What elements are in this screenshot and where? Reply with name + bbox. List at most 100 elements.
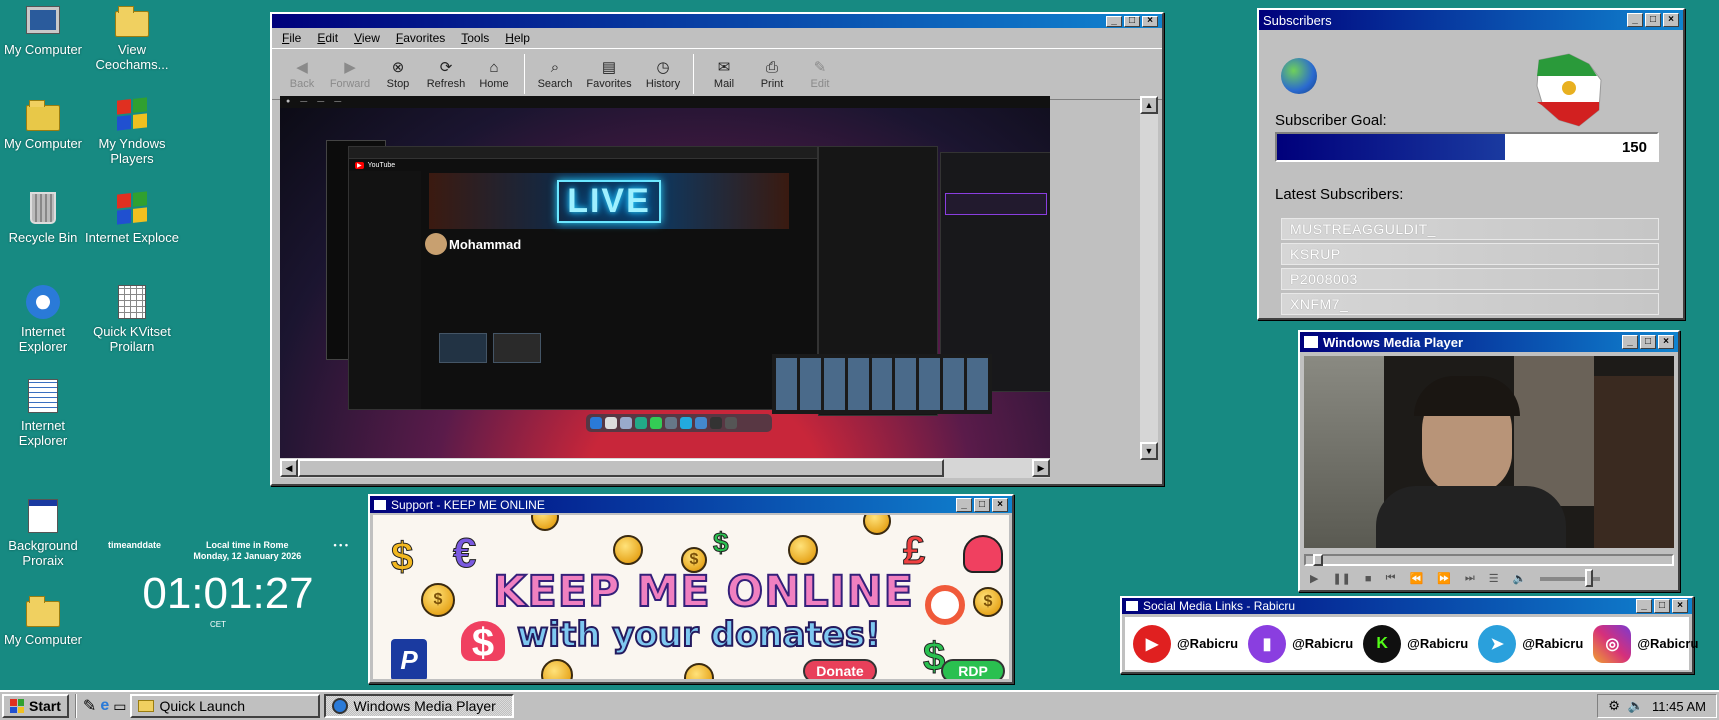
list-item: P2008003 — [1281, 268, 1659, 290]
browser-titlebar: _ □ × — [272, 14, 1162, 28]
clock-time: 01:01:27 — [142, 569, 314, 618]
windows-logo-icon — [114, 190, 150, 226]
stop-icon[interactable]: ■ — [1365, 573, 1372, 585]
seek-bar[interactable] — [1304, 554, 1674, 566]
print-button[interactable]: ⎙ Print — [750, 58, 794, 91]
search-button[interactable]: ⌕ Search — [533, 58, 577, 91]
tray-clock: 11:45 AM — [1652, 698, 1706, 714]
volume-icon[interactable]: 🔈 — [1513, 572, 1527, 585]
browser-content-screen: ● — — — ▶ YouTube LIVE Mohammad — [280, 96, 1050, 460]
menu-view[interactable]: View — [354, 31, 380, 45]
favorites-button[interactable]: ▤ Favorites — [581, 58, 637, 90]
fast-forward-icon[interactable]: ⏩ — [1437, 572, 1451, 585]
subscriber-goal-label: Subscriber Goal: — [1275, 112, 1387, 129]
pause-icon[interactable]: ❚❚ — [1332, 572, 1350, 585]
close-button[interactable]: × — [1658, 335, 1674, 349]
mail-button[interactable]: ✉ Mail — [702, 58, 746, 90]
taskbar-item-quick-launch[interactable]: Quick Launch — [130, 694, 321, 718]
refresh-button[interactable]: ⟳ Refresh — [424, 58, 468, 90]
minimize-button[interactable]: _ — [1627, 13, 1643, 27]
close-button[interactable]: × — [1142, 15, 1158, 27]
coin-icon — [863, 515, 891, 535]
history-button[interactable]: ◷ History — [641, 58, 685, 90]
minimize-button[interactable]: _ — [956, 497, 972, 512]
maximize-button[interactable]: □ — [1645, 13, 1661, 27]
scroll-right-button[interactable]: ▶ — [1032, 459, 1050, 477]
horizontal-scrollbar[interactable]: ◀ ▶ — [280, 458, 1050, 478]
maximize-button[interactable]: □ — [1640, 335, 1656, 349]
desktop-icon-players[interactable]: My Yndows Players — [84, 96, 180, 166]
desktop-icon-internet-explorer-2[interactable]: Internet Explorer — [0, 378, 91, 448]
desktop-icon-view-folder[interactable]: View Ceochams... — [84, 2, 180, 72]
minimize-button[interactable]: _ — [1106, 15, 1122, 27]
internet-explorer-icon: e — [25, 284, 61, 320]
scroll-up-button[interactable]: ▲ — [1140, 96, 1158, 114]
media-player-window: Windows Media Player _ □ × ▶ ❚❚ ■ ⏮ ⏪ ⏩ … — [1298, 330, 1680, 592]
skip-back-icon[interactable]: ⏮ — [1386, 572, 1396, 585]
playlist-icon[interactable]: ☰ — [1489, 572, 1499, 585]
desktop-icon-internet-exploce[interactable]: Internet Exploce — [84, 190, 180, 245]
volume-thumb[interactable] — [1585, 568, 1594, 587]
network-icon[interactable]: ⚙ — [1608, 698, 1620, 714]
menu-edit[interactable]: Edit — [317, 31, 338, 45]
quicklaunch-notepad-icon[interactable]: ✎ — [83, 696, 96, 716]
social-link-twitch[interactable]: ▮ @Rabicru — [1248, 624, 1353, 663]
quicklaunch-ie-icon[interactable]: e — [100, 697, 109, 715]
desktop-icon-my-computer-2[interactable]: My Computer — [0, 592, 91, 647]
desktop-icon-my-documents[interactable]: My Computer — [0, 96, 91, 151]
menu-file[interactable]: File — [282, 31, 301, 45]
edit-button[interactable]: ✎ Edit — [798, 58, 842, 90]
menu-tools[interactable]: Tools — [461, 31, 489, 45]
stop-button[interactable]: ⊗ Stop — [376, 58, 420, 90]
close-button[interactable]: × — [1672, 599, 1688, 613]
youtube-sidebar — [349, 171, 421, 409]
seek-thumb[interactable] — [1313, 554, 1324, 566]
menu-favorites[interactable]: Favorites — [396, 31, 445, 45]
social-link-youtube[interactable]: ▶ @Rabicru — [1133, 624, 1238, 663]
start-button[interactable]: Start — [2, 694, 69, 718]
print-icon: ⎙ — [765, 58, 778, 76]
subscriber-goal-fill — [1277, 134, 1505, 160]
skip-forward-icon[interactable]: ⏭ — [1465, 572, 1475, 585]
file-thumbnails — [772, 354, 992, 414]
timeanddate-logo: timeanddate — [108, 540, 162, 550]
scroll-down-button[interactable]: ▼ — [1140, 442, 1158, 460]
maximize-button[interactable]: □ — [974, 497, 990, 512]
taskbar: Start ✎ e ▭ Quick Launch Windows Media P… — [0, 690, 1719, 720]
taskbar-item-media-player[interactable]: Windows Media Player — [324, 694, 515, 718]
desktop-icon-my-computer[interactable]: My Computer — [0, 2, 91, 57]
forward-button[interactable]: ▶ Forward — [328, 58, 372, 90]
close-button[interactable]: × — [992, 497, 1008, 512]
social-link-telegram[interactable]: ➤ @Rabicru — [1478, 624, 1583, 663]
quicklaunch-folder-icon[interactable]: ▭ — [113, 698, 126, 715]
social-titlebar: Social Media Links - Rabicru _ □ × — [1122, 598, 1692, 614]
minimize-button[interactable]: _ — [1636, 599, 1652, 613]
minimize-button[interactable]: _ — [1622, 335, 1638, 349]
maximize-button[interactable]: □ — [1124, 15, 1140, 27]
scroll-thumb[interactable] — [298, 459, 944, 477]
desktop-icon-background-proraix[interactable]: Background Proraix — [0, 498, 91, 568]
volume-slider[interactable] — [1540, 568, 1601, 587]
volume-icon[interactable]: 🔈 — [1628, 698, 1644, 714]
maximize-button[interactable]: □ — [1654, 599, 1670, 613]
back-button[interactable]: ◀ Back — [280, 58, 324, 90]
close-button[interactable]: × — [1663, 13, 1679, 27]
windows-logo-icon — [10, 699, 24, 713]
media-controls: ▶ ❚❚ ■ ⏮ ⏪ ⏩ ⏭ ☰ 🔈 — [1304, 554, 1674, 588]
list-item: MUSTREAGGULDIT_ — [1281, 218, 1659, 240]
rewind-icon[interactable]: ⏪ — [1409, 572, 1423, 585]
my-documents-icon — [25, 96, 61, 132]
desktop-icon-quick-kvitset[interactable]: Quick KVitset Proilarn — [84, 284, 180, 354]
scroll-left-button[interactable]: ◀ — [280, 459, 298, 477]
rdp-button[interactable]: RDP — [941, 659, 1005, 679]
home-button[interactable]: ⌂ Home — [472, 58, 516, 91]
menu-help[interactable]: Help — [505, 31, 530, 45]
desktop-icon-internet-explorer[interactable]: e Internet Explorer — [0, 284, 91, 354]
social-link-kick[interactable]: K @Rabicru — [1363, 624, 1468, 663]
social-link-instagram[interactable]: ◎ @Rabicru — [1593, 624, 1698, 663]
vertical-scrollbar[interactable]: ▲ ▼ — [1140, 96, 1158, 460]
desktop-icon-recycle-bin[interactable]: Recycle Bin — [0, 190, 91, 245]
clock-menu-icon: • • • — [333, 540, 348, 550]
play-icon[interactable]: ▶ — [1310, 572, 1318, 585]
donate-button[interactable]: Donate — [803, 659, 877, 679]
